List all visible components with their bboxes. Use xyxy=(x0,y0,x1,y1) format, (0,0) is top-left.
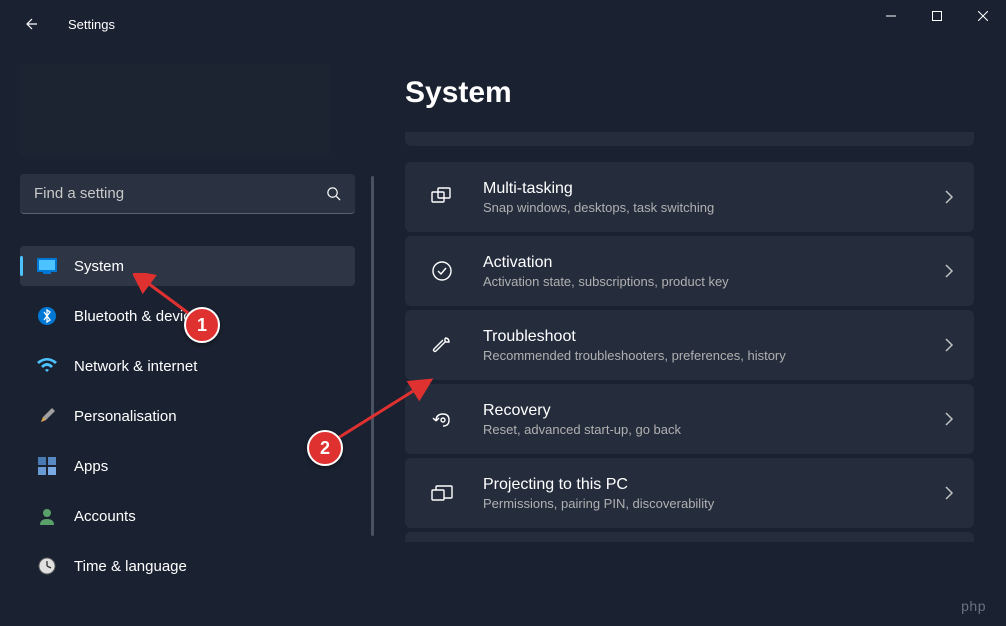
card-subtitle: Snap windows, desktops, task switching xyxy=(483,200,944,215)
card-recovery[interactable]: Recovery Reset, advanced start-up, go ba… xyxy=(405,384,974,454)
bluetooth-icon xyxy=(36,305,58,327)
card-subtitle: Activation state, subscriptions, product… xyxy=(483,274,944,289)
card-subtitle: Recommended troubleshooters, preferences… xyxy=(483,348,944,363)
nav-list: System Bluetooth & devices Network & int… xyxy=(20,246,355,586)
app-title: Settings xyxy=(68,17,115,32)
system-icon xyxy=(36,255,58,277)
maximize-button[interactable] xyxy=(914,0,960,32)
chevron-right-icon xyxy=(944,190,954,204)
maximize-icon xyxy=(932,11,942,21)
sidebar-item-label: Apps xyxy=(74,458,108,475)
sidebar-item-time[interactable]: Time & language xyxy=(20,546,355,586)
account-icon xyxy=(36,505,58,527)
sidebar: System Bluetooth & devices Network & int… xyxy=(0,48,355,626)
card-title: Recovery xyxy=(483,402,944,420)
card-text: Recovery Reset, advanced start-up, go ba… xyxy=(483,402,944,437)
search-box[interactable] xyxy=(20,174,355,214)
sidebar-item-label: Personalisation xyxy=(74,408,177,425)
sidebar-item-personalisation[interactable]: Personalisation xyxy=(20,396,355,436)
card-troubleshoot[interactable]: Troubleshoot Recommended troubleshooters… xyxy=(405,310,974,380)
card-multitasking[interactable]: Multi-tasking Snap windows, desktops, ta… xyxy=(405,162,974,232)
sidebar-item-label: Network & internet xyxy=(74,358,197,375)
titlebar: Settings xyxy=(0,0,1006,48)
arrow-left-icon xyxy=(22,16,38,32)
apps-icon xyxy=(36,455,58,477)
sidebar-item-label: System xyxy=(74,258,124,275)
chevron-right-icon xyxy=(944,338,954,352)
card-subtitle: Reset, advanced start-up, go back xyxy=(483,422,944,437)
annotation-badge-2: 2 xyxy=(307,430,343,466)
main-content: System Multi-tasking Snap windows, deskt… xyxy=(355,48,1006,626)
multitask-icon xyxy=(429,184,455,210)
minimize-icon xyxy=(886,11,896,21)
card-text: Projecting to this PC Permissions, pairi… xyxy=(483,476,944,511)
watermark: php xyxy=(961,598,986,614)
wrench-icon xyxy=(429,332,455,358)
card-partial-bottom[interactable] xyxy=(405,532,974,542)
minimize-button[interactable] xyxy=(868,0,914,32)
card-text: Multi-tasking Snap windows, desktops, ta… xyxy=(483,180,944,215)
wifi-icon xyxy=(36,355,58,377)
window-controls xyxy=(868,0,1006,32)
sidebar-item-network[interactable]: Network & internet xyxy=(20,346,355,386)
profile-area xyxy=(20,64,330,156)
back-button[interactable] xyxy=(10,4,50,44)
card-activation[interactable]: Activation Activation state, subscriptio… xyxy=(405,236,974,306)
card-projecting[interactable]: Projecting to this PC Permissions, pairi… xyxy=(405,458,974,528)
sidebar-item-apps[interactable]: Apps xyxy=(20,446,355,486)
card-title: Activation xyxy=(483,254,944,272)
clock-icon xyxy=(36,555,58,577)
annotation-badge-1: 1 xyxy=(184,307,220,343)
close-icon xyxy=(978,11,988,21)
sidebar-item-accounts[interactable]: Accounts xyxy=(20,496,355,536)
brush-icon xyxy=(36,405,58,427)
card-text: Troubleshoot Recommended troubleshooters… xyxy=(483,328,944,363)
chevron-right-icon xyxy=(944,486,954,500)
search-icon xyxy=(326,186,341,201)
search-input[interactable] xyxy=(34,185,326,202)
card-partial-top[interactable] xyxy=(405,132,974,146)
sidebar-item-system[interactable]: System xyxy=(20,246,355,286)
chevron-right-icon xyxy=(944,412,954,426)
sidebar-item-label: Time & language xyxy=(74,558,187,575)
card-title: Troubleshoot xyxy=(483,328,944,346)
scrollbar[interactable] xyxy=(371,176,374,536)
recovery-icon xyxy=(429,406,455,432)
project-icon xyxy=(429,480,455,506)
card-title: Multi-tasking xyxy=(483,180,944,198)
sidebar-item-label: Accounts xyxy=(74,508,136,525)
chevron-right-icon xyxy=(944,264,954,278)
card-title: Projecting to this PC xyxy=(483,476,944,494)
page-title: System xyxy=(405,76,974,110)
close-button[interactable] xyxy=(960,0,1006,32)
card-text: Activation Activation state, subscriptio… xyxy=(483,254,944,289)
card-subtitle: Permissions, pairing PIN, discoverabilit… xyxy=(483,496,944,511)
check-circle-icon xyxy=(429,258,455,284)
